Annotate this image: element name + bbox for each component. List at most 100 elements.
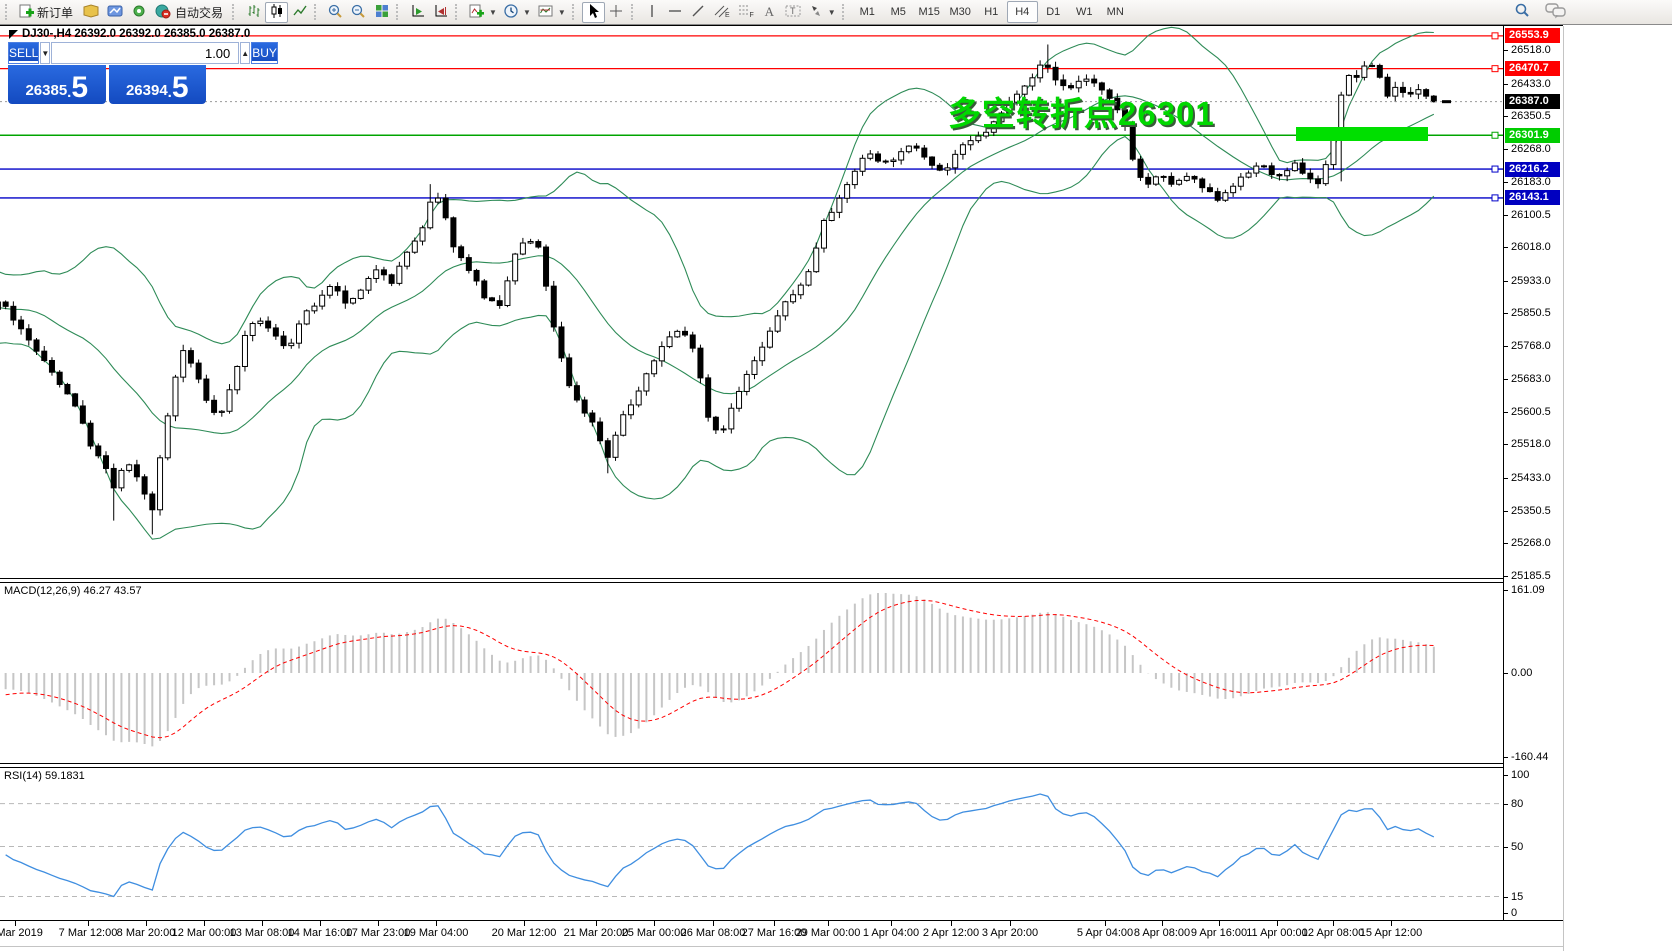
autotrading-button[interactable]: 自动交易 — [151, 2, 229, 23]
toolbar-grip[interactable] — [232, 4, 238, 20]
price-tick — [1504, 444, 1508, 445]
buy-price-big-digit: 5 — [172, 75, 189, 101]
rsi-label: RSI(14) 59.1831 — [4, 770, 85, 782]
timeframe-m5[interactable]: M5 — [883, 1, 914, 23]
bar-chart-button[interactable] — [242, 2, 265, 23]
text-icon: A — [765, 4, 774, 20]
sell-button[interactable]: SELL — [8, 42, 39, 64]
time-tick-label: 17 Mar 23:00 — [346, 927, 411, 939]
templates-button[interactable]: ▼ — [534, 2, 569, 23]
rsi-tick — [1504, 804, 1508, 805]
time-tick — [1333, 921, 1334, 926]
price-tick-label: 26350.5 — [1511, 110, 1551, 122]
timeframe-m30[interactable]: M30 — [945, 1, 976, 23]
zoom-out-button[interactable] — [347, 2, 370, 23]
volume-increase-button[interactable]: ▲ — [240, 42, 250, 64]
price-tick — [1504, 84, 1508, 85]
rsi-tick-label: 80 — [1511, 798, 1523, 810]
zoom-in-icon — [327, 3, 344, 22]
collapse-triangle-icon[interactable] — [9, 30, 18, 39]
indicators-icon — [468, 3, 485, 22]
separator-macd-rsi-2[interactable] — [0, 767, 1504, 768]
timeframe-h4[interactable]: H4 — [1007, 1, 1038, 23]
history-button[interactable] — [79, 2, 103, 23]
price-tick — [1504, 182, 1508, 183]
volume-input[interactable] — [51, 42, 239, 64]
time-tick — [713, 921, 714, 926]
timeframe-group: M1M5M15M30H1H4D1W1MN — [852, 1, 1131, 23]
window-bottom-border — [0, 946, 1563, 947]
separator-main-macd-1 — [0, 578, 1504, 579]
toolbar-grip[interactable] — [396, 4, 402, 20]
rsi-pane[interactable] — [0, 768, 1504, 920]
cursor-button[interactable] — [582, 2, 605, 23]
timeframe-d1[interactable]: D1 — [1038, 1, 1069, 23]
periods-button[interactable]: ▼ — [500, 2, 534, 23]
chat-icon[interactable] — [1545, 2, 1567, 22]
horizontal-line-icon — [667, 3, 683, 22]
toolbar-grip[interactable] — [455, 4, 461, 20]
crosshair-button[interactable] — [605, 2, 628, 23]
timeframe-h1[interactable]: H1 — [976, 1, 1007, 23]
main-chart[interactable] — [0, 26, 1504, 579]
time-tick-label: 14 Mar 16:00 — [288, 927, 353, 939]
toolbar-grip[interactable] — [842, 4, 848, 20]
auto-scroll-button[interactable] — [406, 2, 429, 23]
timeframe-w1[interactable]: W1 — [1069, 1, 1100, 23]
price-tick-label: 25683.0 — [1511, 373, 1551, 385]
time-tick-label: 2 Apr 12:00 — [923, 927, 979, 939]
buy-button[interactable]: BUY — [251, 42, 278, 64]
trendline-button[interactable] — [687, 2, 710, 23]
vertical-line-button[interactable] — [641, 2, 664, 23]
level-price-label: 26470.7 — [1505, 61, 1560, 76]
separator-main-macd-2[interactable] — [0, 582, 1504, 583]
sell-price[interactable]: 26385.5 — [8, 65, 106, 104]
rsi-tick-label: 50 — [1511, 841, 1523, 853]
horizontal-line-button[interactable] — [664, 2, 687, 23]
buy-price[interactable]: 26394.5 — [109, 65, 207, 104]
text-label-icon: T — [784, 3, 802, 22]
zoom-in-button[interactable] — [324, 2, 347, 23]
tile-windows-button[interactable] — [370, 2, 393, 23]
time-tick — [774, 921, 775, 926]
indicators-button[interactable]: ▼ — [465, 2, 500, 23]
trendline-icon — [690, 3, 706, 22]
level-price-label: 26301.9 — [1505, 128, 1560, 143]
toolbar-grip[interactable] — [631, 4, 637, 20]
toolbar-grip[interactable] — [5, 4, 11, 20]
volume-decrease-button[interactable]: ▼ — [40, 42, 50, 64]
time-tick-label: 6 Mar 2019 — [0, 927, 43, 939]
chart-shift-button[interactable] — [429, 2, 452, 23]
toolbar-grip[interactable] — [572, 4, 578, 20]
time-tick — [436, 921, 437, 926]
time-tick — [524, 921, 525, 926]
experts-button[interactable] — [127, 2, 151, 23]
timeframe-mn[interactable]: MN — [1100, 1, 1131, 23]
macd-tick-label: 161.09 — [1511, 584, 1545, 596]
rsi-tick — [1504, 775, 1508, 776]
time-tick-label: 3 Apr 20:00 — [982, 927, 1038, 939]
metaeditor-button[interactable] — [103, 2, 127, 23]
toolbar-grip[interactable] — [314, 4, 320, 20]
candlestick-chart-button[interactable] — [265, 2, 288, 23]
price-tick-label: 25185.5 — [1511, 570, 1551, 582]
auto-scroll-icon — [410, 3, 426, 22]
line-chart-button[interactable] — [288, 2, 311, 23]
time-tick-label: 7 Mar 12:00 — [59, 927, 118, 939]
channel-button[interactable]: E — [710, 2, 734, 23]
macd-pane[interactable] — [0, 583, 1504, 763]
timeframe-m15[interactable]: M15 — [914, 1, 945, 23]
price-tick-label: 25268.0 — [1511, 537, 1551, 549]
text-button[interactable]: A — [758, 2, 781, 23]
search-icon[interactable] — [1513, 2, 1531, 22]
price-tick — [1504, 379, 1508, 380]
new-order-button[interactable]: 新订单 — [15, 2, 79, 23]
channel-icon: E — [713, 3, 731, 22]
separator-macd-rsi-1 — [0, 763, 1504, 764]
timeframe-m1[interactable]: M1 — [852, 1, 883, 23]
fibonacci-button[interactable]: F — [734, 2, 758, 23]
price-tick — [1504, 116, 1508, 117]
time-tick-label: 26 Mar 08:00 — [681, 927, 746, 939]
arrows-button[interactable]: ▼ — [805, 2, 839, 23]
text-label-button[interactable]: T — [781, 2, 805, 23]
